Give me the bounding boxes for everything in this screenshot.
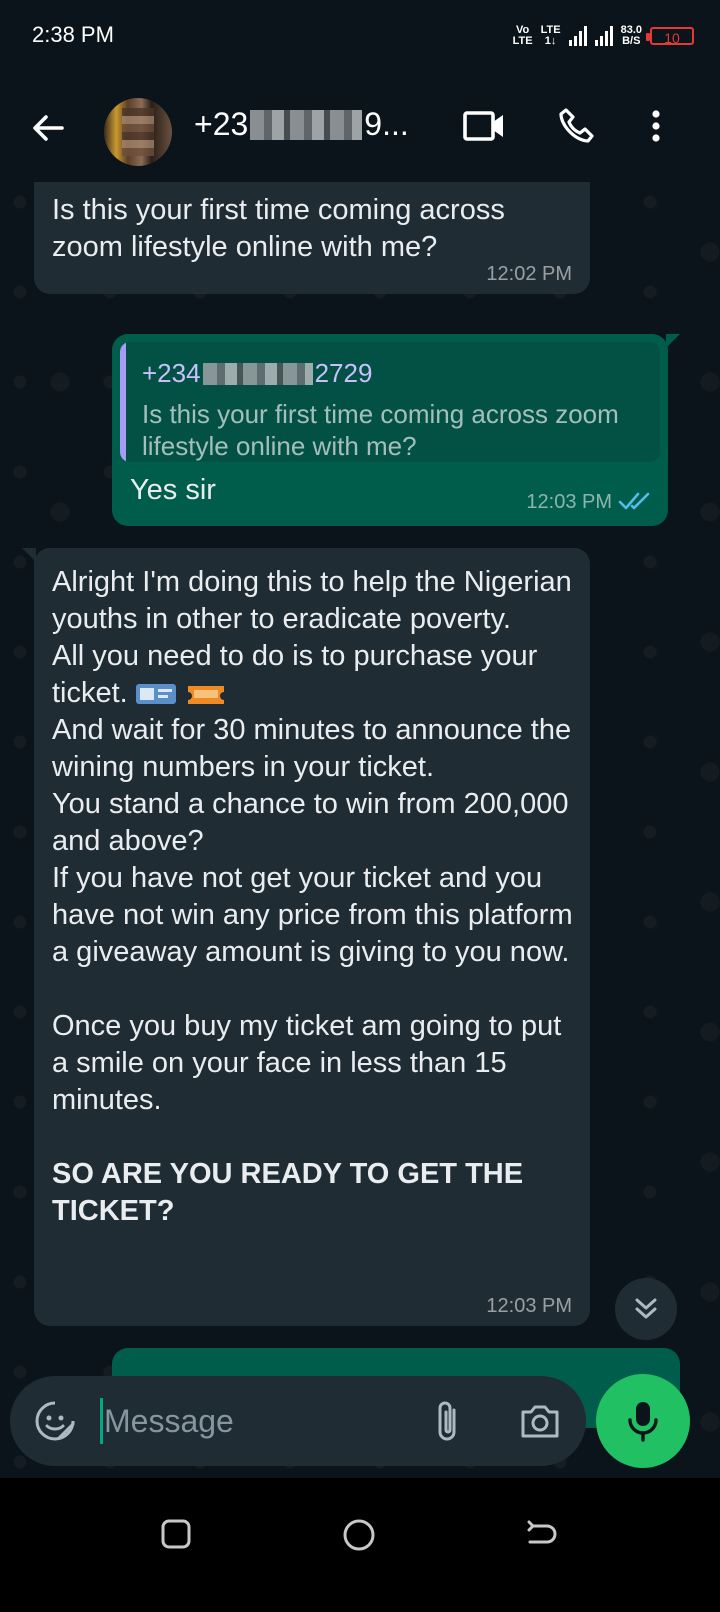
message-input-container (10, 1376, 586, 1466)
lte-indicator: LTE 1↓ (540, 24, 561, 47)
scroll-to-bottom-button[interactable] (615, 1278, 677, 1340)
back-nav-icon[interactable] (524, 1518, 558, 1550)
message-time: 12:03 PM (486, 1295, 572, 1317)
composer (0, 1366, 720, 1478)
read-ticks-icon (618, 492, 650, 510)
text-cursor (100, 1398, 103, 1444)
microphone-icon (628, 1402, 658, 1442)
message-text: Yes sir (130, 474, 216, 506)
status-time: 2:38 PM (32, 22, 114, 47)
message-text: Alright I'm doing this to help the Niger… (52, 566, 573, 1227)
phone-call-icon[interactable] (556, 106, 596, 146)
home-icon[interactable] (342, 1518, 376, 1552)
battery-icon: 10 (646, 27, 694, 46)
contact-name[interactable]: +23 9... (194, 106, 409, 143)
message-bubble-incoming[interactable]: Is this your first time coming across zo… (34, 182, 590, 294)
chat-header: +23 9... (0, 72, 720, 182)
redacted-number (250, 109, 363, 140)
message-text: Is this your first time coming across zo… (52, 194, 513, 263)
message-time: 12:02 PM (486, 263, 572, 285)
ticket-emoji-icon (135, 684, 176, 705)
voice-message-button[interactable] (596, 1374, 690, 1468)
quoted-message[interactable]: +234 2729 Is this your first time coming… (120, 342, 660, 462)
attach-icon[interactable] (430, 1398, 466, 1444)
back-arrow-icon[interactable] (28, 108, 68, 148)
more-options-icon[interactable] (644, 106, 668, 146)
message-input[interactable] (104, 1398, 404, 1444)
quoted-sender: +234 2729 (142, 358, 373, 388)
avatar[interactable] (104, 98, 172, 166)
volte-indicator: Vo LTE (512, 24, 533, 47)
status-icons: Vo LTE LTE 1↓ 83.0 B/S 10 (513, 22, 694, 50)
double-chevron-down-icon (635, 1298, 657, 1319)
message-bubble-incoming[interactable]: Alright I'm doing this to help the Niger… (22, 548, 590, 1326)
redacted-number (202, 362, 313, 385)
quoted-text: Is this your first time coming across zo… (142, 399, 619, 461)
recent-apps-icon[interactable] (160, 1518, 192, 1550)
admit-one-ticket-icon (187, 686, 224, 705)
chat-messages[interactable]: Is this your first time coming across zo… (0, 182, 720, 1516)
message-time: 12:03 PM (526, 491, 612, 513)
network-speed: 83.0 B/S (620, 24, 642, 47)
quote-bar (120, 342, 126, 462)
signal-icon-2 (594, 26, 613, 46)
sticker-icon[interactable] (34, 1400, 76, 1442)
message-bubble-outgoing[interactable]: +234 2729 Is this your first time coming… (112, 334, 680, 526)
status-bar: 2:38 PM Vo LTE LTE 1↓ 83.0 B/S 10 (0, 0, 720, 72)
camera-icon[interactable] (518, 1400, 562, 1442)
signal-icon (568, 26, 587, 46)
system-navigation-bar (0, 1478, 720, 1612)
video-call-icon[interactable] (462, 106, 506, 146)
